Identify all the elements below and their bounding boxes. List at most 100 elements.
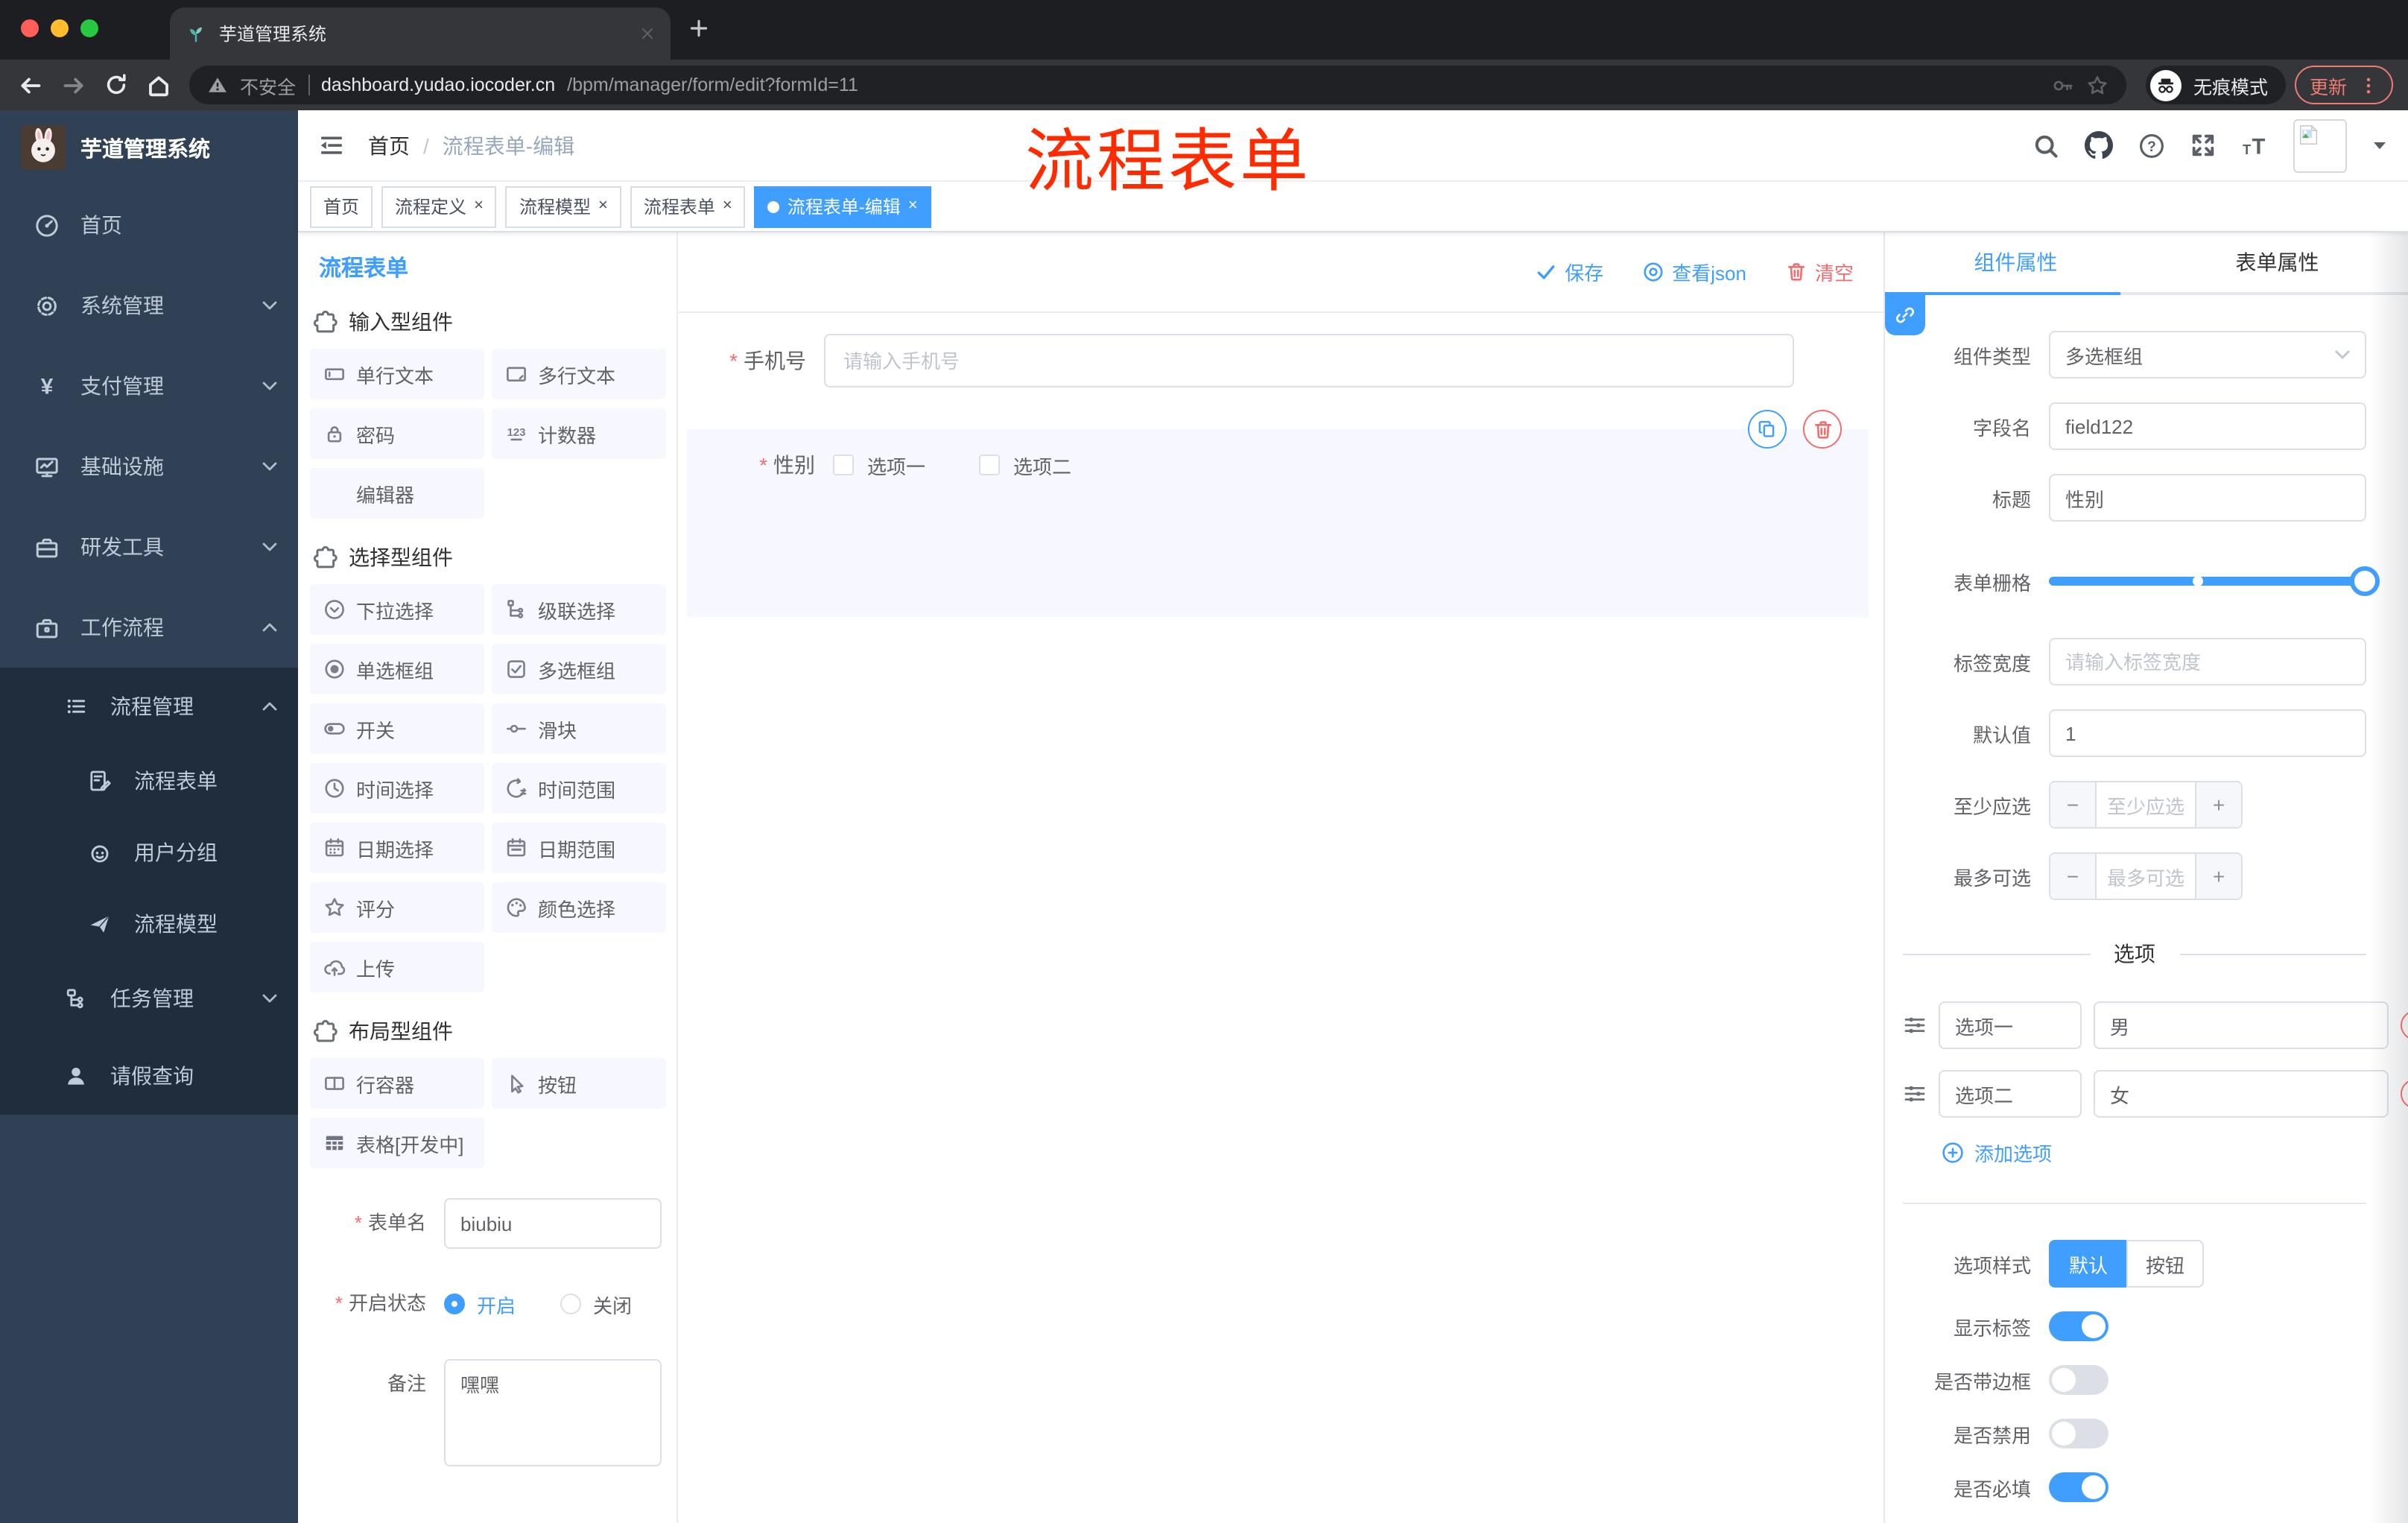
window-close-button[interactable] xyxy=(21,19,39,37)
save-button[interactable]: 保存 xyxy=(1535,258,1603,286)
canvas-field-gender-selected[interactable]: 性别 选项一 选项二 xyxy=(687,410,1869,617)
component-item[interactable]: 时间选择 xyxy=(310,763,484,814)
component-item[interactable]: 编辑器 xyxy=(310,468,484,519)
component-item[interactable]: 开关 xyxy=(310,703,484,754)
checkbox-box[interactable] xyxy=(979,455,1001,475)
sidebar-item-8[interactable]: 用户分组 xyxy=(0,817,298,888)
stepper-value[interactable]: 至少应选 xyxy=(2097,782,2195,827)
font-size-icon[interactable]: TT xyxy=(2241,132,2268,159)
sidebar-item-10[interactable]: 任务管理 xyxy=(0,960,298,1037)
fullscreen-icon[interactable] xyxy=(2190,133,2216,158)
canvas-field-phone[interactable]: 手机号 xyxy=(678,334,1883,387)
copy-component-button[interactable] xyxy=(1748,410,1787,449)
new-tab-button[interactable] xyxy=(688,18,709,39)
component-item[interactable]: 单行文本 xyxy=(310,349,484,399)
tag-0[interactable]: 首页 xyxy=(310,186,373,227)
tag-close-icon[interactable]: × xyxy=(598,197,608,215)
component-item[interactable]: 单选框组 xyxy=(310,644,484,694)
style-button-button[interactable]: 按钮 xyxy=(2126,1240,2205,1288)
github-icon[interactable] xyxy=(2085,131,2113,159)
url-bar[interactable]: 不安全 dashboard.yudao.iocoder.cn/bpm/manag… xyxy=(189,66,2126,104)
status-off-radio[interactable] xyxy=(560,1294,582,1314)
remove-option-button[interactable] xyxy=(2401,1079,2408,1109)
stepper-value[interactable]: 最多可选 xyxy=(2097,854,2195,899)
component-item[interactable]: 日期范围 xyxy=(492,823,666,873)
gender-checkbox-0[interactable]: 选项一 xyxy=(833,451,925,479)
component-item[interactable]: 时间范围 xyxy=(492,763,666,814)
stepper-minus-button[interactable]: − xyxy=(2050,854,2097,899)
drag-handle-icon[interactable] xyxy=(1903,1013,1927,1037)
sidebar-item-9[interactable]: 流程模型 xyxy=(0,888,298,960)
default-value-input[interactable] xyxy=(2049,709,2366,757)
field-name-input[interactable] xyxy=(2049,402,2366,450)
required-switch[interactable] xyxy=(2049,1472,2108,1502)
sidebar-item-7[interactable]: 流程表单 xyxy=(0,745,298,817)
component-item[interactable]: 级联选择 xyxy=(492,584,666,635)
phone-input[interactable] xyxy=(824,334,1794,387)
bookmark-star-icon[interactable] xyxy=(2086,74,2108,96)
browser-menu-icon[interactable] xyxy=(2359,75,2378,95)
browser-tab[interactable]: 芋道管理系统 xyxy=(170,7,671,60)
option-label-input[interactable] xyxy=(1939,1001,2082,1049)
option-value-input[interactable] xyxy=(2094,1001,2389,1049)
with-border-switch[interactable] xyxy=(2049,1365,2108,1395)
component-item[interactable]: 日期选择 xyxy=(310,823,484,873)
back-button[interactable] xyxy=(18,72,43,98)
sidebar-item-4[interactable]: 研发工具 xyxy=(0,507,298,587)
form-grid-slider[interactable] xyxy=(2049,557,2380,605)
form-remark-textarea[interactable]: 嘿嘿 xyxy=(444,1359,662,1466)
delete-component-button[interactable] xyxy=(1803,410,1842,449)
option-value-input[interactable] xyxy=(2094,1070,2389,1118)
remove-option-button[interactable] xyxy=(2401,1010,2408,1040)
form-name-input[interactable] xyxy=(444,1198,662,1249)
component-item[interactable]: 滑块 xyxy=(492,703,666,754)
forward-button[interactable] xyxy=(61,72,86,98)
sidebar-item-3[interactable]: 基础设施 xyxy=(0,426,298,507)
stepper-plus-button[interactable]: + xyxy=(2195,782,2241,827)
clear-button[interactable]: 清空 xyxy=(1785,258,1854,286)
disabled-switch[interactable] xyxy=(2049,1419,2108,1448)
label-width-input[interactable] xyxy=(2049,638,2366,685)
stepper-minus-button[interactable]: − xyxy=(2050,782,2097,827)
link-drawer-tab[interactable] xyxy=(1885,295,1925,335)
sidebar-item-2[interactable]: ¥ 支付管理 xyxy=(0,346,298,426)
reload-button[interactable] xyxy=(104,73,128,97)
status-on-label[interactable]: 开启 xyxy=(477,1290,516,1318)
component-item[interactable]: 评分 xyxy=(310,882,484,933)
window-minimize-button[interactable] xyxy=(51,19,69,37)
component-item[interactable]: 多选框组 xyxy=(492,644,666,694)
tab-component-props[interactable]: 组件属性 xyxy=(1885,232,2146,292)
status-on-radio[interactable] xyxy=(444,1294,465,1314)
tag-close-icon[interactable]: × xyxy=(908,197,918,215)
help-icon[interactable]: ? xyxy=(2138,132,2165,159)
status-off-label[interactable]: 关闭 xyxy=(593,1290,632,1318)
component-item[interactable]: 表格[开发中] xyxy=(310,1118,484,1168)
slider-handle[interactable] xyxy=(2350,566,2380,596)
drag-handle-icon[interactable] xyxy=(1903,1082,1927,1106)
component-item[interactable]: 行容器 xyxy=(310,1058,484,1109)
component-item[interactable]: 多行文本 xyxy=(492,349,666,399)
avatar-caret-icon[interactable] xyxy=(2372,138,2387,153)
component-item[interactable]: 颜色选择 xyxy=(492,882,666,933)
style-default-button[interactable]: 默认 xyxy=(2049,1240,2126,1288)
sidebar-item-5[interactable]: 工作流程 xyxy=(0,587,298,668)
view-json-button[interactable]: 查看json xyxy=(1642,258,1746,286)
tag-1[interactable]: 流程定义 × xyxy=(381,186,497,227)
tag-close-icon[interactable]: × xyxy=(474,197,484,215)
gender-checkbox-1[interactable]: 选项二 xyxy=(979,451,1071,479)
show-label-switch[interactable] xyxy=(2049,1311,2108,1341)
component-item[interactable]: 下拉选择 xyxy=(310,584,484,635)
tag-3[interactable]: 流程表单 × xyxy=(630,186,746,227)
update-button[interactable]: 更新 xyxy=(2294,66,2393,104)
tab-form-props[interactable]: 表单属性 xyxy=(2146,232,2408,292)
search-icon[interactable] xyxy=(2032,132,2059,159)
window-zoom-button[interactable] xyxy=(80,19,98,37)
component-type-select[interactable]: 多选框组 xyxy=(2049,331,2366,379)
tab-close-icon[interactable] xyxy=(639,25,656,42)
option-label-input[interactable] xyxy=(1939,1070,2082,1118)
add-option-button[interactable]: 添加选项 xyxy=(1942,1139,2366,1167)
stepper-plus-button[interactable]: + xyxy=(2195,854,2241,899)
component-item[interactable]: 密码 xyxy=(310,408,484,459)
component-item[interactable]: 上传 xyxy=(310,942,484,992)
component-item[interactable]: 123 计数器 xyxy=(492,408,666,459)
